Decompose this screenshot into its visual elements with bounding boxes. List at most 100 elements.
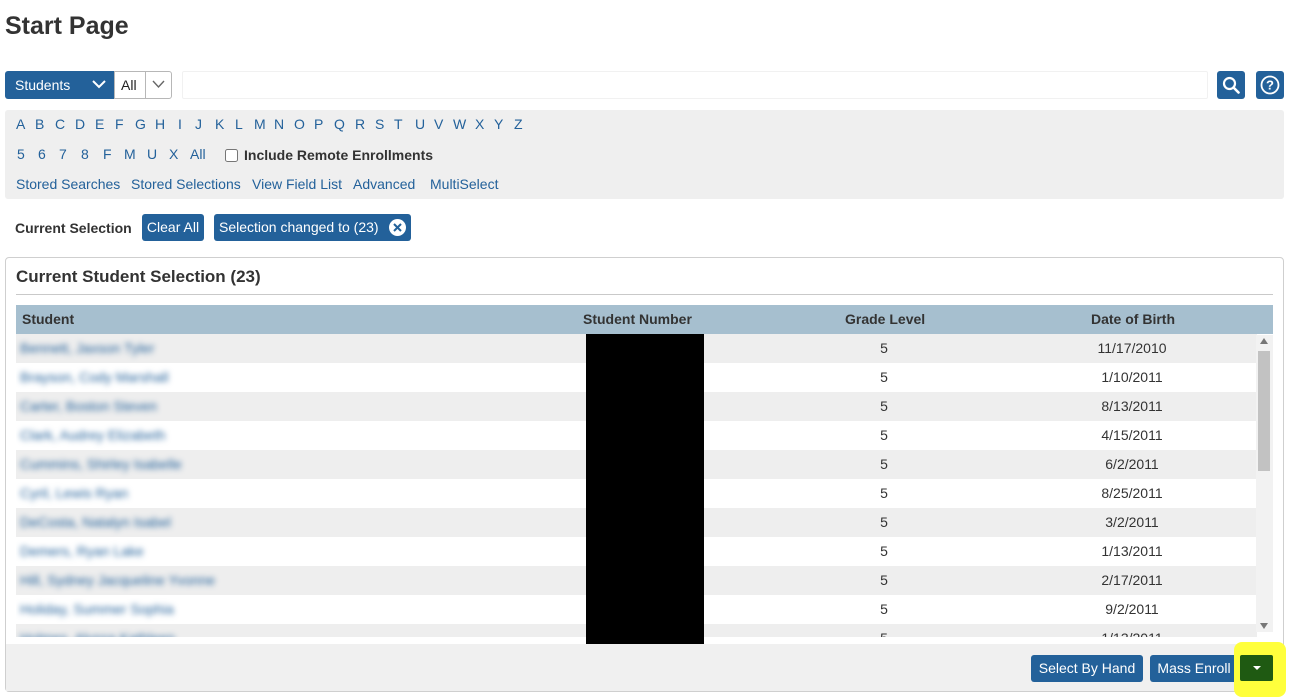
scroll-thumb[interactable] [1258, 351, 1270, 471]
include-remote-enrollments[interactable]: Include Remote Enrollments [225, 147, 433, 163]
current-selection-label: Current Selection [15, 220, 132, 236]
student-name-link[interactable]: Cyril, Lewis Ryan [20, 479, 128, 508]
panel-title: Current Student Selection (23) [16, 267, 261, 286]
grade-filter-all[interactable]: All [190, 146, 206, 162]
chevron-down-icon [92, 80, 106, 89]
letter-filter-p[interactable]: P [314, 116, 323, 132]
letter-filter-u[interactable]: U [415, 116, 425, 132]
date-of-birth-cell: 9/2/2011 [1105, 601, 1159, 617]
date-of-birth-cell: 1/10/2011 [1101, 369, 1163, 385]
letter-filter-b[interactable]: B [35, 116, 44, 132]
panel-divider [16, 294, 1273, 295]
date-of-birth-cell: 8/25/2011 [1101, 485, 1163, 501]
grade-filter-7[interactable]: 7 [59, 146, 67, 162]
student-name-link[interactable]: Hill, Sydney Jacqueline Yvonne [20, 566, 215, 595]
letter-filter-m[interactable]: M [254, 116, 266, 132]
date-of-birth-cell: 3/2/2011 [1105, 514, 1159, 530]
letter-filter-g[interactable]: G [135, 116, 146, 132]
search-button[interactable] [1217, 71, 1245, 99]
student-name-link[interactable]: Holiday, Summer Sophia [20, 595, 174, 624]
column-header-date-of-birth[interactable]: Date of Birth [1091, 305, 1175, 334]
table-scrollbar[interactable] [1256, 335, 1273, 632]
search-scope-dropdown[interactable]: All [114, 71, 172, 99]
search-input[interactable] [182, 71, 1208, 99]
grade-level-cell: 5 [880, 601, 888, 617]
column-header-student[interactable]: Student [22, 305, 74, 334]
chevron-down-icon [152, 80, 165, 89]
scroll-up-arrow-icon[interactable] [1260, 338, 1268, 344]
grade-filter-8[interactable]: 8 [81, 146, 89, 162]
more-actions-dropdown-button[interactable] [1240, 655, 1273, 681]
selection-chip[interactable]: Selection changed to (23) [214, 214, 411, 241]
advanced-search-link[interactable]: Advanced [353, 176, 415, 192]
letter-filter-o[interactable]: O [294, 116, 305, 132]
include-remote-checkbox[interactable] [225, 148, 238, 162]
grade-level-cell: 5 [880, 514, 888, 530]
letter-filter-l[interactable]: L [235, 116, 243, 132]
student-name-link[interactable]: Clark, Audrey Elizabeth [20, 421, 166, 450]
letter-filter-d[interactable]: D [75, 116, 85, 132]
letter-filter-v[interactable]: V [434, 116, 443, 132]
letter-filter-c[interactable]: C [55, 116, 65, 132]
date-of-birth-cell: 6/2/2011 [1105, 456, 1159, 472]
letter-filter-i[interactable]: I [178, 116, 182, 132]
letter-filter-n[interactable]: N [274, 116, 284, 132]
include-remote-label: Include Remote Enrollments [244, 147, 434, 163]
grade-filter-6[interactable]: 6 [38, 146, 46, 162]
student-name-link[interactable]: Bennett, Jaxson Tyler [20, 334, 154, 363]
search-type-dropdown[interactable]: Students [5, 71, 114, 99]
letter-filter-t[interactable]: T [394, 116, 403, 132]
close-icon[interactable] [389, 219, 406, 236]
grade-level-cell: 5 [880, 398, 888, 414]
search-icon [1222, 76, 1240, 94]
letter-filter-q[interactable]: Q [334, 116, 345, 132]
grade-filter-u[interactable]: U [147, 146, 157, 162]
grade-level-cell: 5 [880, 485, 888, 501]
mass-enroll-button[interactable]: Mass Enroll [1150, 655, 1238, 682]
student-name-link[interactable]: Carter, Boston Steven [20, 392, 157, 421]
column-header-student-number[interactable]: Student Number [583, 305, 692, 334]
letter-filter-f[interactable]: F [115, 116, 124, 132]
view-field-list-link[interactable]: View Field List [252, 176, 342, 192]
letter-filter-r[interactable]: R [355, 116, 365, 132]
letter-filter-a[interactable]: A [16, 116, 25, 132]
date-of-birth-cell: 11/17/2010 [1097, 340, 1167, 356]
grade-filter-m[interactable]: M [124, 146, 136, 162]
redaction-block [586, 334, 704, 656]
grade-filter-x[interactable]: X [169, 146, 178, 162]
letter-filter-j[interactable]: J [195, 116, 202, 132]
grade-filter-5[interactable]: 5 [17, 146, 25, 162]
search-scope-label: All [121, 77, 137, 93]
select-by-hand-button[interactable]: Select By Hand [1031, 655, 1143, 682]
letter-filter-w[interactable]: W [453, 116, 466, 132]
student-name-link[interactable]: Brayson, Cody Marshall [20, 363, 169, 392]
stored-selections-link[interactable]: Stored Selections [131, 176, 241, 192]
letter-filter-e[interactable]: E [95, 116, 104, 132]
page-title: Start Page [5, 12, 129, 40]
grade-filter-f[interactable]: F [103, 146, 112, 162]
date-of-birth-cell: 2/17/2011 [1101, 572, 1163, 588]
letter-filter-y[interactable]: Y [494, 116, 503, 132]
student-name-link[interactable]: Cummins, Shirley Isabelle [20, 450, 182, 479]
clear-all-button[interactable]: Clear All [142, 214, 204, 241]
help-button[interactable]: ? [1256, 71, 1284, 99]
multiselect-link[interactable]: MultiSelect [430, 176, 498, 192]
grade-level-cell: 5 [880, 456, 888, 472]
scroll-down-arrow-icon[interactable] [1260, 623, 1268, 629]
grade-level-cell: 5 [880, 427, 888, 443]
column-header-grade-level[interactable]: Grade Level [845, 305, 925, 334]
scope-divider [145, 72, 146, 98]
student-name-link[interactable]: Demers, Ryan Lake [20, 537, 144, 566]
grade-level-cell: 5 [824, 624, 944, 637]
stored-searches-link[interactable]: Stored Searches [16, 176, 120, 192]
student-name-link[interactable]: DeCosta, Natalyn Isabel [20, 508, 171, 537]
letter-filter-k[interactable]: K [215, 116, 224, 132]
student-name-link[interactable]: Holmes, Alyssa Kathleen [20, 624, 175, 637]
date-of-birth-cell: 1/13/2011 [1062, 624, 1202, 637]
letter-filter-x[interactable]: X [475, 116, 484, 132]
letter-filter-z[interactable]: Z [514, 116, 523, 132]
letter-filter-s[interactable]: S [375, 116, 384, 132]
letter-filter-h[interactable]: H [155, 116, 165, 132]
search-filter-panel: ABCDEFGHIJKLMNOPQRSTUVWXYZ 5 6 7 8 F M U X All I… [5, 110, 1284, 199]
caret-down-icon [1252, 666, 1261, 670]
